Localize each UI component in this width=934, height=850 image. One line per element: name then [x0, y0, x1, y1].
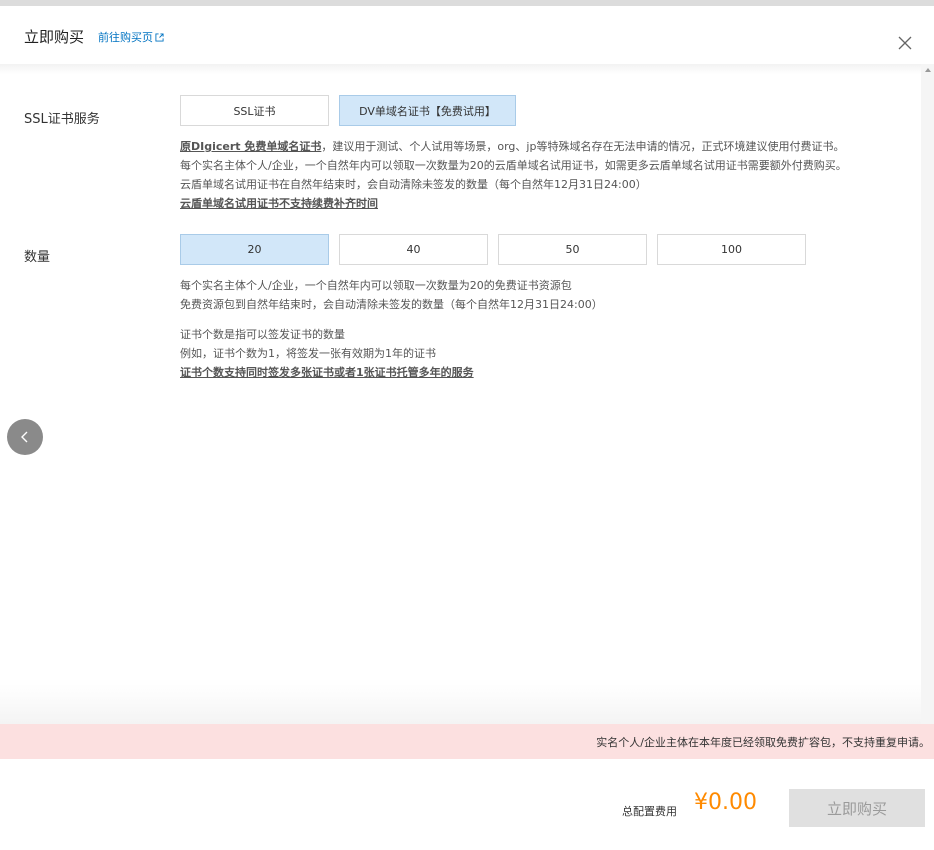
dialog-header: 立即购买 前往购买页 [0, 6, 934, 64]
buy-now-button[interactable]: 立即购买 [789, 789, 925, 827]
quantity-desc-line-1: 每个实名主体个人/企业，一个自然年内可以领取一次数量为20的免费证书资源包 [180, 279, 572, 292]
notice-banner: 实名个人/企业主体在本年度已经领取免费扩容包，不支持重复申请。 [0, 724, 934, 759]
external-link-icon [155, 32, 164, 42]
ssl-no-renewal-note: 云盾单域名试用证书不支持续费补齐时间 [180, 197, 378, 210]
ssl-desc-line-1: 原DIgicert 免费单域名证书，建议用于测试、个人试用等场景，org、jp等… [180, 137, 847, 156]
quantity-option-50[interactable]: 50 [498, 234, 647, 265]
goto-purchase-page-label: 前往购买页 [98, 31, 153, 44]
quantity-option-40[interactable]: 40 [339, 234, 488, 265]
digicert-free-cert-note: 原DIgicert 免费单域名证书 [180, 140, 322, 153]
quantity-explanation: 证书个数是指可以签发证书的数量 例如，证书个数为1，将签发一张有效期为1年的证书… [180, 325, 474, 382]
scrollbar[interactable] [921, 64, 934, 724]
quantity-desc-line-4: 例如，证书个数为1，将签发一张有效期为1年的证书 [180, 347, 436, 360]
quantity-option-20[interactable]: 20 [180, 234, 329, 265]
total-fee-amount: ¥0.00 [694, 790, 757, 815]
quantity-desc-line-2: 免费资源包到自然年结束时，会自动清除未签发的数量（每个自然年12月31日24:0… [180, 298, 603, 311]
close-icon[interactable] [897, 35, 913, 51]
quantity-description: 每个实名主体个人/企业，一个自然年内可以领取一次数量为20的免费证书资源包 免费… [180, 276, 603, 314]
quantity-option-100[interactable]: 100 [657, 234, 806, 265]
scroll-up-arrow-icon[interactable] [925, 68, 931, 72]
option-dv-single-domain-free-trial[interactable]: DV单域名证书【免费试用】 [339, 95, 516, 126]
ssl-desc-line-1-text: ，建议用于测试、个人试用等场景，org、jp等特殊域名存在无法申请的情况，正式环… [321, 140, 845, 153]
dialog-title: 立即购买 [24, 28, 85, 46]
quantity-label: 数量 [24, 250, 51, 265]
ssl-service-description: 原DIgicert 免费单域名证书，建议用于测试、个人试用等场景，org、jp等… [180, 137, 847, 213]
goto-purchase-page-link[interactable]: 前往购买页 [98, 29, 164, 45]
quantity-desc-line-3: 证书个数是指可以签发证书的数量 [180, 328, 345, 341]
chevron-left-icon [21, 431, 28, 443]
quantity-multi-cert-note: 证书个数支持同时签发多张证书或者1张证书托管多年的服务 [180, 366, 474, 379]
option-ssl-cert[interactable]: SSL证书 [180, 95, 329, 126]
ssl-desc-line-3: 云盾单域名试用证书在自然年结束时，会自动清除未签发的数量（每个自然年12月31日… [180, 178, 647, 191]
ssl-desc-line-2: 每个实名主体个人/企业，一个自然年内可以领取一次数量为20的云盾单域名试用证书，… [180, 159, 847, 172]
ssl-service-label: SSL证书服务 [24, 112, 100, 127]
back-button[interactable] [7, 419, 43, 455]
total-fee-label: 总配置费用 [622, 805, 677, 818]
notice-text: 实名个人/企业主体在本年度已经领取免费扩容包，不支持重复申请。 [596, 735, 930, 749]
